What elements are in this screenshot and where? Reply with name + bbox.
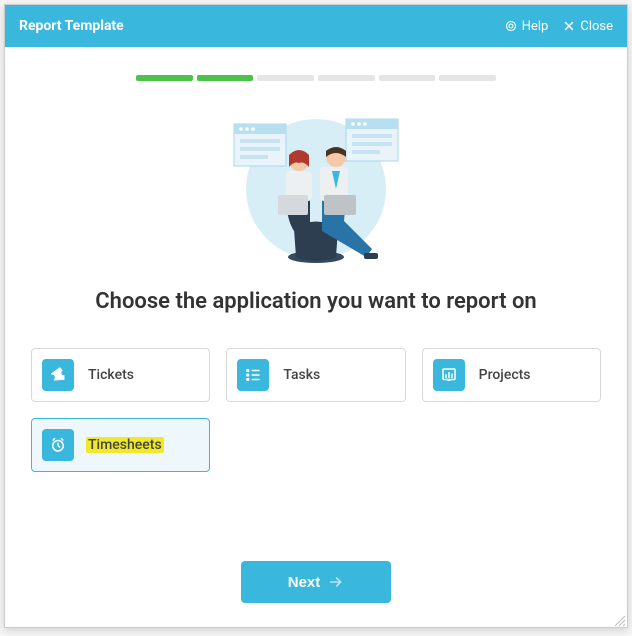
progress-step bbox=[439, 75, 496, 81]
tasks-icon bbox=[237, 359, 269, 391]
illustration bbox=[216, 99, 416, 269]
next-button[interactable]: Next bbox=[241, 561, 391, 603]
modal-header: Report Template Help Close bbox=[5, 5, 627, 47]
ticket-icon bbox=[42, 359, 74, 391]
option-tickets[interactable]: Tickets bbox=[31, 348, 210, 402]
help-icon bbox=[504, 19, 518, 33]
projects-icon bbox=[433, 359, 465, 391]
option-tasks[interactable]: Tasks bbox=[226, 348, 405, 402]
progress-step bbox=[136, 75, 193, 81]
progress-bar bbox=[136, 75, 496, 81]
modal-footer: Next bbox=[25, 561, 607, 609]
close-icon bbox=[562, 19, 576, 33]
option-label: Projects bbox=[477, 367, 533, 383]
help-label: Help bbox=[522, 19, 549, 34]
option-label: Tickets bbox=[86, 367, 136, 383]
progress-step bbox=[197, 75, 254, 81]
option-label: Timesheets bbox=[86, 437, 164, 453]
application-options: Tickets Tasks Projects Timesheets bbox=[25, 348, 607, 472]
report-template-modal: Report Template Help Close bbox=[4, 4, 628, 628]
modal-title: Report Template bbox=[19, 18, 504, 34]
clock-icon bbox=[42, 429, 74, 461]
close-button[interactable]: Close bbox=[562, 19, 613, 34]
option-projects[interactable]: Projects bbox=[422, 348, 601, 402]
next-label: Next bbox=[288, 574, 321, 591]
progress-step bbox=[379, 75, 436, 81]
header-actions: Help Close bbox=[504, 19, 613, 34]
progress-step bbox=[257, 75, 314, 81]
close-label: Close bbox=[580, 19, 613, 34]
arrow-right-icon bbox=[328, 574, 344, 590]
modal-body: Choose the application you want to repor… bbox=[5, 47, 627, 627]
resize-handle[interactable] bbox=[612, 612, 626, 626]
option-timesheets[interactable]: Timesheets bbox=[31, 418, 210, 472]
page-heading: Choose the application you want to repor… bbox=[25, 289, 607, 314]
option-label: Tasks bbox=[281, 367, 322, 383]
help-button[interactable]: Help bbox=[504, 19, 549, 34]
progress-step bbox=[318, 75, 375, 81]
